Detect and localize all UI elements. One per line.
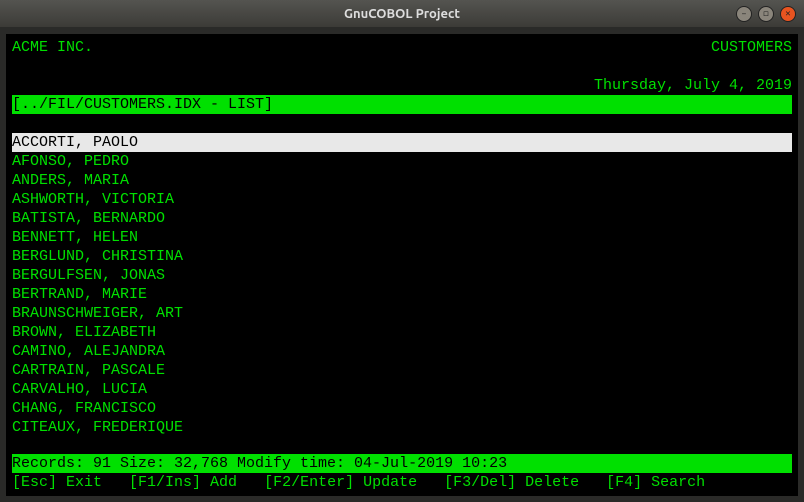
blank-row-2 — [12, 114, 792, 133]
company-name: ACME INC. — [12, 38, 93, 57]
module-name: CUSTOMERS — [711, 38, 792, 57]
list-item[interactable]: ASHWORTH, VICTORIA — [12, 190, 792, 209]
window-controls: – ◻ ✕ — [736, 6, 796, 22]
terminal-screen: ACME INC. CUSTOMERS Thursday, July 4, 20… — [6, 34, 798, 496]
list-item[interactable]: CARTRAIN, PASCALE — [12, 361, 792, 380]
customer-list[interactable]: ACCORTI, PAOLOAFONSO, PEDROANDERS, MARIA… — [12, 133, 792, 437]
list-item[interactable]: BROWN, ELIZABETH — [12, 323, 792, 342]
list-item[interactable]: ACCORTI, PAOLO — [12, 133, 792, 152]
footer-key[interactable]: [F3/Del] Delete — [444, 473, 579, 492]
list-item[interactable]: BERGULFSEN, JONAS — [12, 266, 792, 285]
list-item[interactable]: BERGLUND, CHRISTINA — [12, 247, 792, 266]
blank-row — [12, 57, 792, 76]
list-item[interactable]: CHANG, FRANCISCO — [12, 399, 792, 418]
footer-key[interactable]: [F4] Search — [606, 473, 705, 492]
footer-keys: [Esc] Exit [F1/Ins] Add [F2/Enter] Updat… — [12, 473, 792, 492]
window-title: GnuCOBOL Project — [344, 7, 460, 21]
list-item[interactable]: CITEAUX, FREDERIQUE — [12, 418, 792, 437]
maximize-icon[interactable]: ◻ — [758, 6, 774, 22]
status-bar: Records: 91 Size: 32,768 Modify time: 04… — [12, 454, 792, 473]
list-item[interactable]: BENNETT, HELEN — [12, 228, 792, 247]
list-item[interactable]: ANDERS, MARIA — [12, 171, 792, 190]
key-separator — [579, 473, 606, 492]
list-item[interactable]: CAMINO, ALEJANDRA — [12, 342, 792, 361]
minimize-icon[interactable]: – — [736, 6, 752, 22]
footer-key[interactable]: [Esc] Exit — [12, 473, 102, 492]
current-date: Thursday, July 4, 2019 — [594, 76, 792, 95]
header-row: ACME INC. CUSTOMERS — [12, 38, 792, 57]
list-item[interactable]: BERTRAND, MARIE — [12, 285, 792, 304]
date-row: Thursday, July 4, 2019 — [12, 76, 792, 95]
window-titlebar: GnuCOBOL Project – ◻ ✕ — [0, 0, 804, 28]
close-icon[interactable]: ✕ — [780, 6, 796, 22]
key-separator — [237, 473, 264, 492]
footer: Records: 91 Size: 32,768 Modify time: 04… — [12, 454, 792, 492]
status-text: Records: 91 Size: 32,768 Modify time: 04… — [12, 455, 507, 472]
footer-key[interactable]: [F2/Enter] Update — [264, 473, 417, 492]
key-separator — [417, 473, 444, 492]
key-separator — [102, 473, 129, 492]
list-item[interactable]: CARVALHO, LUCIA — [12, 380, 792, 399]
footer-key[interactable]: [F1/Ins] Add — [129, 473, 237, 492]
list-item[interactable]: BATISTA, BERNARDO — [12, 209, 792, 228]
file-path-bar: [../FIL/CUSTOMERS.IDX - LIST] — [12, 95, 792, 114]
file-path: [../FIL/CUSTOMERS.IDX - LIST] — [12, 96, 273, 113]
list-item[interactable]: BRAUNSCHWEIGER, ART — [12, 304, 792, 323]
list-item[interactable]: AFONSO, PEDRO — [12, 152, 792, 171]
